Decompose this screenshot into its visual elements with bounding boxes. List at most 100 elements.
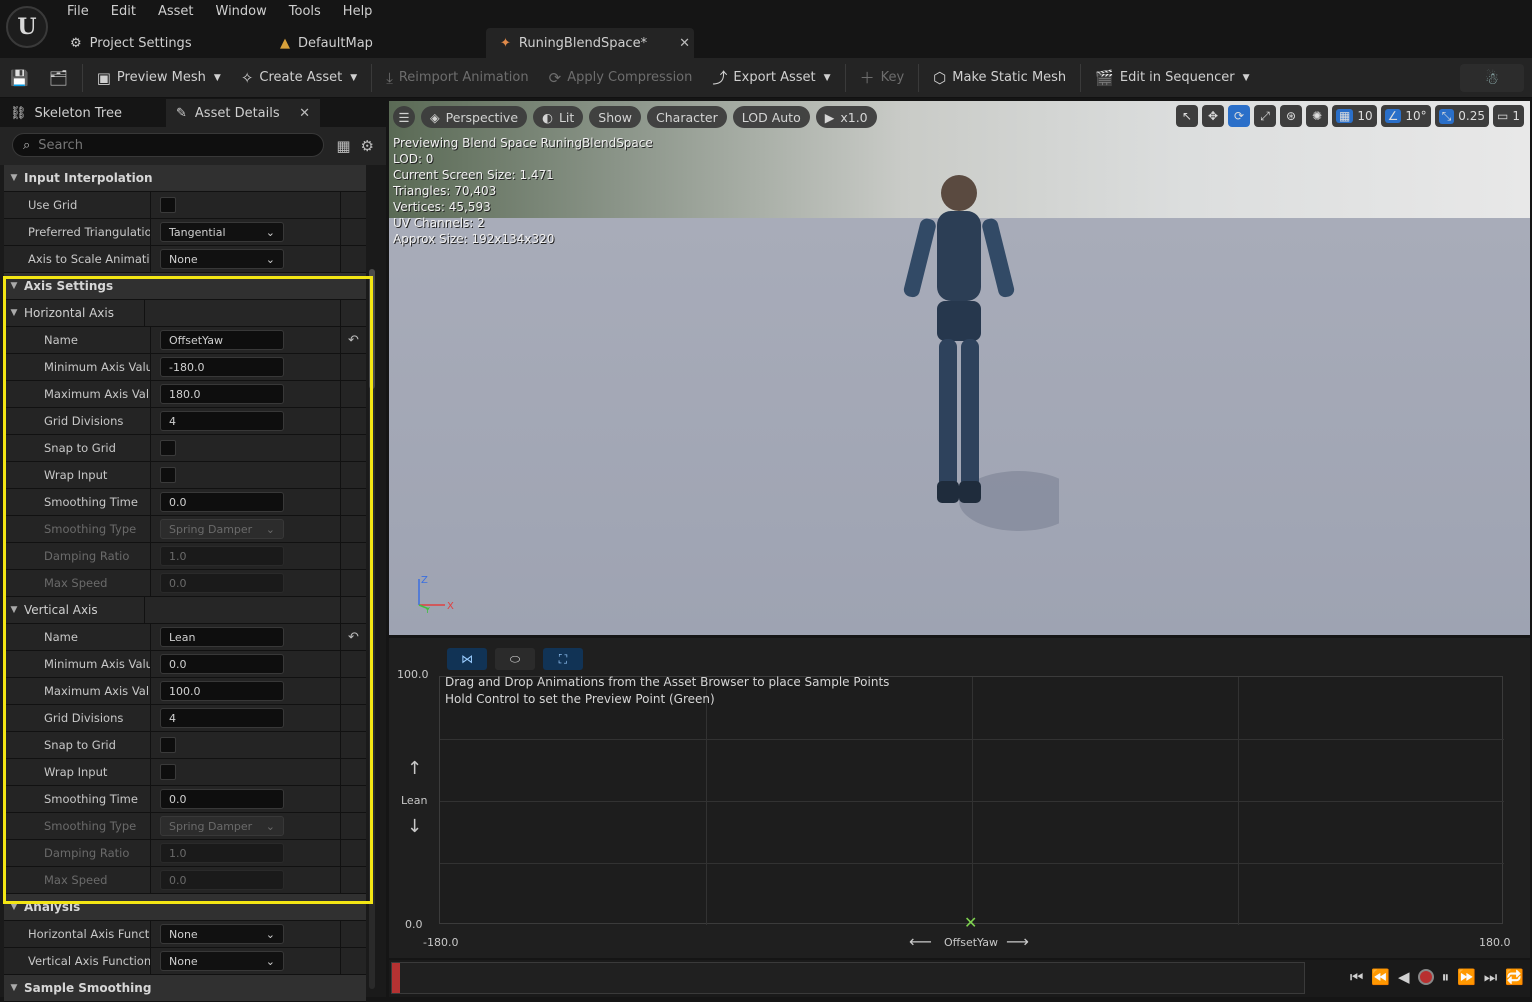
preview-point-marker[interactable]: ✕ bbox=[964, 913, 977, 932]
timeline-track[interactable] bbox=[391, 962, 1305, 994]
h-max-speed-input[interactable]: 0.0 bbox=[160, 573, 284, 593]
menu-edit[interactable]: Edit bbox=[100, 0, 147, 24]
fit-view-toggle[interactable]: ⛶ bbox=[543, 648, 583, 670]
v-grid-divisions-input[interactable]: 4 bbox=[160, 708, 284, 728]
apply-compression-button[interactable]: ⟳ Apply Compression bbox=[539, 58, 703, 98]
translate-icon[interactable]: ✥ bbox=[1202, 105, 1225, 127]
h-smoothing-type-dropdown[interactable]: Spring Damper ⌄ bbox=[160, 519, 284, 539]
pause-icon[interactable]: ⏸ bbox=[1442, 968, 1450, 986]
record-icon[interactable] bbox=[1417, 969, 1434, 985]
play-reverse-icon[interactable]: ◀ bbox=[1398, 968, 1410, 986]
reimport-animation-button[interactable]: ⤓ Reimport Animation bbox=[376, 58, 538, 98]
axis-x-label: X bbox=[447, 601, 454, 612]
make-static-mesh-button[interactable]: ⬡ Make Static Mesh bbox=[923, 58, 1076, 98]
tab-default-map[interactable]: ▲ DefaultMap bbox=[266, 28, 486, 58]
h-smoothing-time-input[interactable]: 0.0 bbox=[160, 492, 284, 512]
playback-speed-button[interactable]: ▶ x1.0 bbox=[815, 106, 877, 128]
character-button[interactable]: Character bbox=[647, 106, 727, 128]
search-input[interactable]: ⌕ Search bbox=[12, 133, 324, 157]
menu-asset[interactable]: Asset bbox=[147, 0, 205, 24]
v-axis-max-input[interactable]: 100.0 bbox=[160, 681, 284, 701]
v-snap-to-grid-checkbox[interactable] bbox=[160, 737, 176, 753]
preferred-triangulation-dropdown[interactable]: Tangential ⌄ bbox=[160, 222, 284, 242]
h-damping-ratio-input[interactable]: 1.0 bbox=[160, 546, 284, 566]
v-smoothing-type-dropdown[interactable]: Spring Damper ⌄ bbox=[160, 816, 284, 836]
loop-icon[interactable]: 🔁 bbox=[1505, 968, 1524, 986]
details-scrollbar[interactable] bbox=[369, 269, 375, 989]
tab-project-settings[interactable]: ⚙ Project Settings bbox=[56, 28, 266, 58]
lod-button[interactable]: LOD Auto bbox=[732, 106, 810, 128]
category-analysis[interactable]: ▼ Analysis bbox=[4, 894, 366, 921]
axis-to-scale-dropdown[interactable]: None ⌄ bbox=[160, 249, 284, 269]
step-forward-icon[interactable]: ⏩ bbox=[1457, 968, 1476, 986]
triangulation-toggle[interactable]: ⋈ bbox=[447, 648, 487, 670]
step-back-icon[interactable]: ⏪ bbox=[1371, 968, 1390, 986]
close-icon[interactable]: ✕ bbox=[679, 36, 690, 51]
create-asset-button[interactable]: ✧ Create Asset ▼ bbox=[231, 58, 367, 98]
h-snap-to-grid-checkbox[interactable] bbox=[160, 440, 176, 456]
tab-asset-details[interactable]: ✎ Asset Details ✕ bbox=[166, 99, 320, 127]
lit-button[interactable]: ◐ Lit bbox=[533, 106, 584, 128]
use-grid-checkbox[interactable] bbox=[160, 197, 176, 213]
show-button[interactable]: Show bbox=[589, 106, 642, 128]
rotation-snap-button[interactable]: ∠ 10° bbox=[1380, 105, 1431, 127]
tab-runing-blend-space[interactable]: ✦ RuningBlendSpace* ✕ bbox=[486, 28, 694, 58]
preview-mesh-button[interactable]: ▣ Preview Mesh ▼ bbox=[87, 58, 231, 98]
skip-to-start-icon[interactable]: ⏮ bbox=[1350, 968, 1364, 986]
skip-to-end-icon[interactable]: ⏭ bbox=[1484, 968, 1498, 986]
rotate-icon[interactable]: ⟳ bbox=[1228, 105, 1251, 127]
surface-snap-icon[interactable]: ✺ bbox=[1306, 105, 1329, 127]
table-view-icon[interactable]: ▦ bbox=[336, 137, 350, 155]
gear-icon[interactable]: ⚙ bbox=[361, 137, 374, 155]
menu-tools[interactable]: Tools bbox=[278, 0, 332, 24]
tab-skeleton-tree[interactable]: ⛓ Skeleton Tree bbox=[0, 99, 166, 127]
reset-icon[interactable]: ↶ bbox=[340, 326, 366, 354]
h-axis-function-dropdown[interactable]: None ⌄ bbox=[160, 924, 284, 944]
scrollbar-thumb[interactable] bbox=[369, 269, 375, 389]
blend-space-editor[interactable]: ⋈ ⬭ ⛶ Drag and Drop Animations from the … bbox=[389, 638, 1530, 958]
menu-window[interactable]: Window bbox=[205, 0, 278, 24]
v-damping-ratio-input[interactable]: 1.0 bbox=[160, 843, 284, 863]
chevron-down-icon: ▼ bbox=[213, 72, 221, 83]
browse-button[interactable]: 🗂 bbox=[39, 58, 78, 98]
toolbar-divider bbox=[918, 63, 920, 92]
h-axis-min-input[interactable]: -180.0 bbox=[160, 357, 284, 377]
close-icon[interactable]: ✕ bbox=[299, 106, 310, 121]
unreal-logo-icon[interactable]: U bbox=[6, 6, 48, 48]
playhead[interactable] bbox=[392, 963, 400, 993]
category-input-interpolation[interactable]: ▼ Input Interpolation bbox=[4, 165, 366, 192]
v-axis-min-input[interactable]: 0.0 bbox=[160, 654, 284, 674]
select-icon[interactable]: ↖ bbox=[1176, 105, 1199, 127]
group-vertical-axis[interactable]: ▼ Vertical Axis bbox=[4, 596, 366, 624]
scale-snap-button[interactable]: ⤡ 0.25 bbox=[1434, 105, 1490, 127]
key-button[interactable]: ＋ Key bbox=[850, 58, 915, 98]
edit-in-sequencer-button[interactable]: 🎬 Edit in Sequencer ▼ bbox=[1085, 58, 1259, 98]
v-max-speed-input[interactable]: 0.0 bbox=[160, 870, 284, 890]
skeleton-mode-button[interactable]: ☃ bbox=[1460, 64, 1524, 92]
v-smoothing-time-input[interactable]: 0.0 bbox=[160, 789, 284, 809]
save-button[interactable]: 💾 bbox=[0, 58, 39, 98]
h-wrap-input-checkbox[interactable] bbox=[160, 467, 176, 483]
preview-viewport[interactable]: ☰ ◈ Perspective ◐ Lit Show Character LOD A… bbox=[389, 101, 1530, 635]
viewport-menu-button[interactable]: ☰ bbox=[393, 106, 415, 128]
perspective-button[interactable]: ◈ Perspective bbox=[421, 106, 528, 128]
category-sample-smoothing[interactable]: ▼ Sample Smoothing bbox=[4, 975, 366, 1002]
scale-icon[interactable]: ⤢ bbox=[1254, 105, 1277, 127]
reset-icon[interactable]: ↶ bbox=[340, 623, 366, 651]
grid-snap-button[interactable]: ▦ 10 bbox=[1332, 105, 1377, 127]
h-axis-max-input[interactable]: 180.0 bbox=[160, 384, 284, 404]
export-asset-button[interactable]: ⤴ Export Asset ▼ bbox=[702, 58, 840, 98]
v-axis-name-input[interactable]: Lean bbox=[160, 627, 284, 647]
camera-speed-button[interactable]: ▭ 1 bbox=[1493, 105, 1524, 127]
v-wrap-input-checkbox[interactable] bbox=[160, 764, 176, 780]
category-axis-settings[interactable]: ▼ Axis Settings bbox=[4, 273, 366, 300]
v-axis-function-dropdown[interactable]: None ⌄ bbox=[160, 951, 284, 971]
world-local-icon[interactable]: ⊛ bbox=[1280, 105, 1303, 127]
h-grid-divisions-input[interactable]: 4 bbox=[160, 411, 284, 431]
group-horizontal-axis[interactable]: ▼ Horizontal Axis bbox=[4, 299, 366, 327]
blend-space-grid[interactable] bbox=[439, 676, 1504, 925]
show-animation-names-toggle[interactable]: ⬭ bbox=[495, 648, 535, 670]
menu-file[interactable]: File bbox=[56, 0, 100, 24]
h-axis-name-input[interactable]: OffsetYaw bbox=[160, 330, 284, 350]
menu-help[interactable]: Help bbox=[332, 0, 384, 24]
